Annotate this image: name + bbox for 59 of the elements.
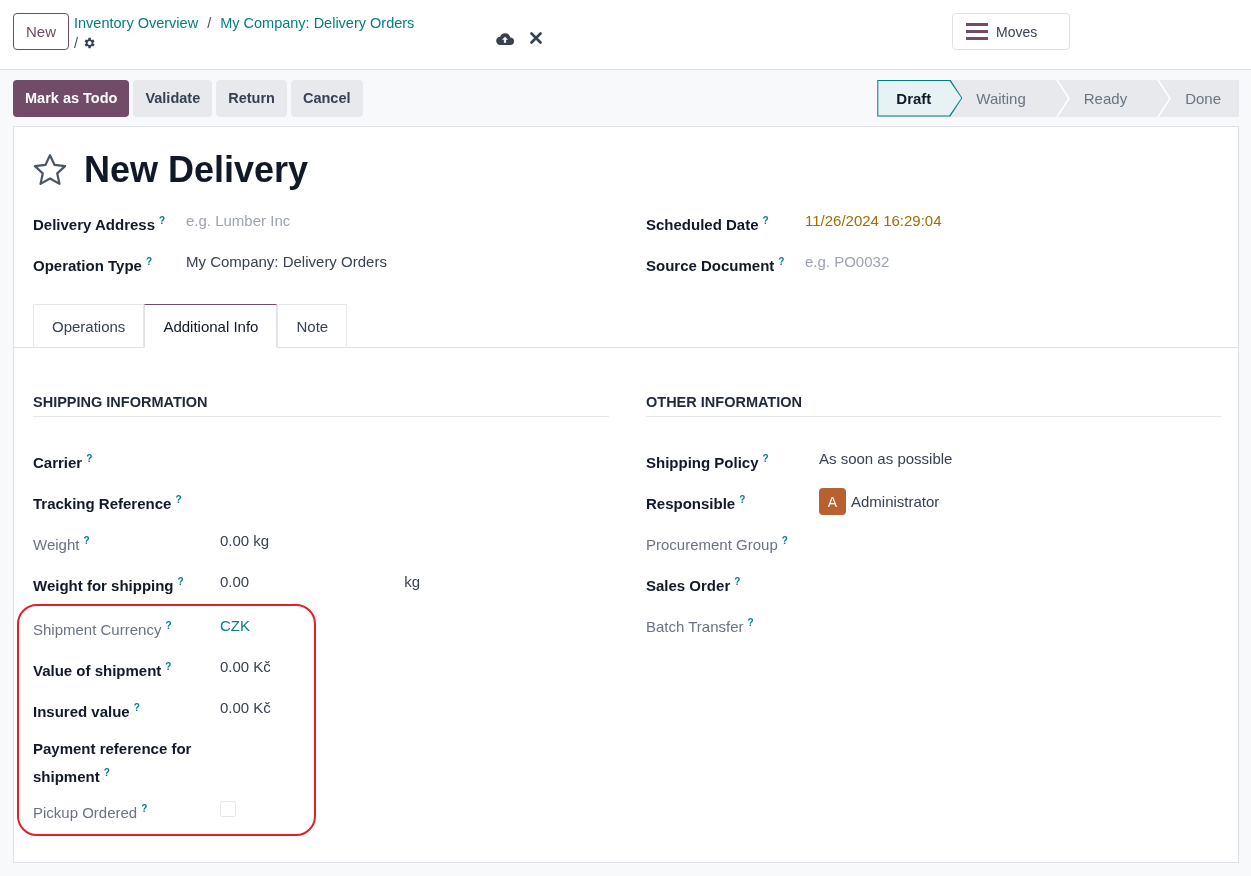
field-value: My Company: Delivery Orders — [186, 252, 387, 272]
chevron-icon — [1157, 79, 1172, 117]
close-icon[interactable] — [530, 32, 542, 44]
field-value: 0.00 Kč — [220, 657, 271, 677]
currency-link[interactable]: CZK — [220, 614, 250, 638]
breadcrumb-separator: / — [74, 34, 79, 53]
status-step[interactable]: Draft — [877, 79, 963, 117]
new-button[interactable]: New — [13, 13, 69, 50]
field-label: Insured value $^{?}$ — [33, 701, 141, 722]
field-label: Shipping Policy $^{?}$ — [646, 452, 770, 473]
user-avatar: A — [819, 488, 846, 515]
field-label: Sales Order $^{?}$ — [646, 575, 742, 596]
field-value: As soon as possible — [819, 449, 953, 469]
chevron-icon — [1055, 79, 1070, 117]
tab[interactable]: Operations — [33, 304, 145, 348]
action-button[interactable]: Mark as Todo — [13, 79, 130, 117]
section-title: SHIPPING INFORMATION — [33, 394, 609, 417]
tab[interactable]: Additional Info — [144, 304, 278, 348]
action-button[interactable]: Cancel — [290, 79, 363, 117]
status-step[interactable]: Done — [1171, 79, 1239, 117]
field-label: Pickup Ordered $^{?}$ — [33, 802, 149, 823]
user-name: Administrator — [851, 491, 940, 512]
field-label: Shipment Currency $^{?}$ — [33, 619, 173, 640]
date-value: 11/26/2024 16:29:04 — [805, 211, 942, 231]
cloud-upload-icon[interactable] — [496, 32, 514, 46]
field-label: Value of shipment $^{?}$ — [33, 660, 173, 681]
field-label: Responsible $^{?}$ — [646, 493, 747, 514]
field-label: Scheduled Date $^{?}$ — [646, 214, 770, 235]
tab[interactable]: Note — [277, 304, 348, 348]
field-label: Source Document $^{?}$ — [646, 255, 786, 276]
action-button[interactable]: Return — [216, 79, 287, 117]
breadcrumb-link[interactable]: Inventory Overview — [74, 13, 199, 33]
action-button[interactable]: Validate — [133, 79, 213, 117]
field-label: Batch Transfer $^{?}$ — [646, 616, 755, 637]
field-label: Delivery Address $^{?}$ — [33, 214, 167, 235]
text-input[interactable]: e.g. PO0032 — [805, 250, 1005, 274]
star-icon[interactable] — [32, 153, 68, 187]
field-value: 0.00 — [220, 572, 250, 592]
settings-icon[interactable] — [82, 36, 97, 50]
field-label: Tracking Reference $^{?}$ — [33, 493, 183, 514]
breadcrumb-separator: / — [207, 14, 212, 33]
field-label: Operation Type $^{?}$ — [33, 255, 153, 276]
field-label: Payment reference for shipment $^{?}$ — [33, 739, 193, 787]
unit-label: kg — [404, 572, 421, 592]
status-step[interactable]: Ready — [1069, 79, 1172, 117]
moves-button[interactable]: Moves — [952, 13, 1070, 50]
section-title: OTHER INFORMATION — [646, 394, 1222, 417]
field-label: Carrier $^{?}$ — [33, 452, 94, 473]
checkbox[interactable] — [220, 801, 236, 817]
breadcrumb-link[interactable]: My Company: Delivery Orders — [220, 13, 415, 33]
status-step[interactable]: Waiting — [962, 79, 1070, 117]
field-value: 0.00 kg — [220, 531, 270, 551]
field-label: Weight $^{?}$ — [33, 534, 91, 555]
field-label: Procurement Group $^{?}$ — [646, 534, 789, 555]
text-input[interactable]: e.g. Lumber Inc — [186, 209, 386, 233]
field-value: 0.00 Kč — [220, 698, 271, 718]
record-title: New Delivery — [84, 149, 309, 191]
field-label: Weight for shipping $^{?}$ — [33, 575, 185, 596]
menu-icon — [966, 23, 988, 40]
